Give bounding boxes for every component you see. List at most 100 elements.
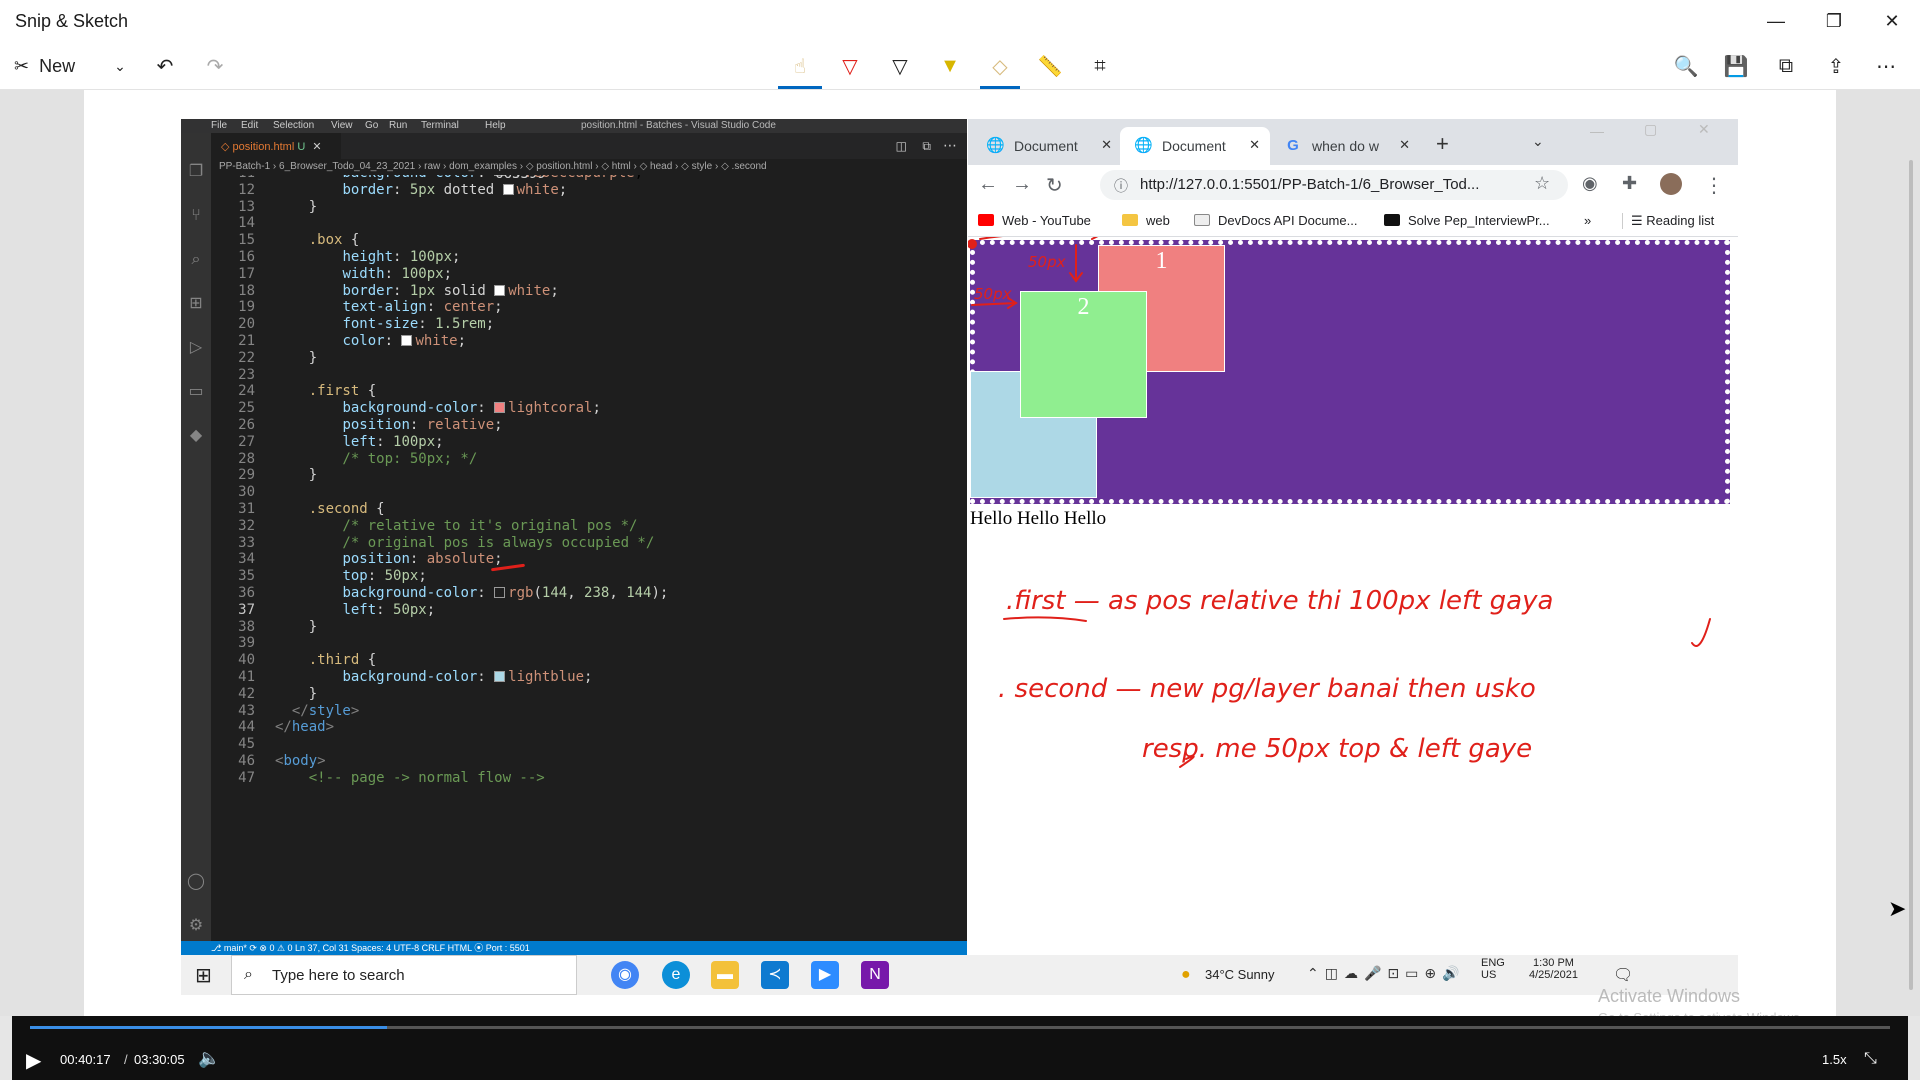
code-line[interactable]: 40 .third { (211, 652, 967, 669)
code-line[interactable]: 19 text-align: center; (211, 299, 967, 316)
open-changes-icon[interactable]: ⧉ (922, 139, 931, 154)
onenote-taskbar-icon[interactable]: N (861, 961, 889, 989)
avatar[interactable] (1660, 173, 1682, 195)
forward-icon[interactable]: → (1012, 173, 1032, 196)
code-line[interactable]: 30 (211, 484, 967, 501)
code-line[interactable]: 37 left: 50px; (211, 602, 967, 619)
extensions-icon[interactable]: ⊞ (187, 295, 205, 313)
windows-start-icon[interactable]: ⊞ (195, 963, 212, 988)
code-line[interactable]: 33 /* original pos is always occupied */ (211, 535, 967, 552)
bookmark-youtube[interactable]: Web - YouTube (978, 213, 1091, 228)
tab-close-icon[interactable]: ✕ (1399, 137, 1410, 153)
close-button[interactable]: ✕ (1864, 0, 1920, 42)
code-line[interactable]: 47 <!-- page -> normal flow --> (211, 770, 967, 787)
undo-button[interactable]: ↶ (150, 48, 180, 84)
reload-icon[interactable]: ↻ (1046, 173, 1063, 198)
account-icon[interactable]: ◯ (187, 873, 205, 891)
code-line[interactable]: 36 background-color: rgb(144, 238, 144); (211, 585, 967, 602)
code-line[interactable]: 27 left: 100px; (211, 434, 967, 451)
tab-close-icon[interactable]: ✕ (1101, 137, 1112, 153)
eraser-button[interactable]: ◇ (978, 48, 1022, 89)
notifications-icon[interactable]: 🗨 (1613, 965, 1633, 985)
tab-close-icon[interactable]: ✕ (1249, 137, 1260, 153)
ruler-button[interactable]: 📏 (1030, 48, 1070, 84)
language-ime[interactable]: ENG US (1481, 957, 1505, 981)
code-line[interactable]: 26 position: relative; (211, 417, 967, 434)
code-line[interactable]: 44 </head> (211, 719, 967, 736)
code-line[interactable]: 29 } (211, 467, 967, 484)
tab-document-1[interactable]: 🌐 Document ✕ (972, 127, 1122, 165)
play-icon[interactable]: ▶ (26, 1048, 41, 1073)
more-actions-icon[interactable]: ⋯ (943, 137, 957, 154)
code-editor[interactable]: 11 background-color: 663399">rebeccapurp… (211, 175, 967, 941)
code-line[interactable]: 43 </style> (211, 703, 967, 720)
address-bar[interactable]: ⓘ http://127.0.0.1:5501/PP-Batch-1/6_Bro… (1100, 170, 1568, 200)
code-line[interactable]: 22 } (211, 350, 967, 367)
code-line[interactable]: 45 (211, 736, 967, 753)
menu-help[interactable]: Help (485, 120, 506, 131)
bookmarks-overflow[interactable]: » (1584, 213, 1591, 228)
site-info-icon[interactable]: ⓘ (1114, 176, 1128, 196)
chrome-menu-icon[interactable]: ⋮ (1704, 173, 1724, 198)
taskbar-search[interactable]: ⌕ Type here to search (231, 955, 577, 995)
code-line[interactable]: 14 (211, 215, 967, 232)
menu-go[interactable]: Go (365, 120, 378, 131)
crop-button[interactable]: ⌗ (1080, 48, 1120, 84)
tray-icons[interactable]: ⌃◫☁🎤⊡▭⊕🔊 (1307, 965, 1466, 982)
split-editor-icon[interactable]: ◫ (896, 139, 907, 153)
explorer-icon[interactable]: ❐ (187, 163, 205, 181)
tab-document-2[interactable]: 🌐 Document ✕ (1120, 127, 1270, 165)
code-line[interactable]: 34 position: absolute; (211, 551, 967, 568)
code-line[interactable]: 42 } (211, 686, 967, 703)
seek-bar[interactable] (30, 1026, 1890, 1029)
reading-list[interactable]: ☰ Reading list (1622, 213, 1714, 229)
source-control-icon[interactable]: ⑂ (187, 207, 205, 225)
remote-explorer-icon[interactable]: ▭ (187, 383, 205, 401)
extensions-puzzle-icon[interactable]: ✚ (1622, 173, 1637, 194)
code-line[interactable]: 31 .second { (211, 501, 967, 518)
code-line[interactable]: 20 font-size: 1.5rem; (211, 316, 967, 333)
code-line[interactable]: 35 top: 50px; (211, 568, 967, 585)
code-line[interactable]: 23 (211, 367, 967, 384)
tab-close-icon[interactable]: ✕ (312, 141, 321, 153)
restore-button[interactable]: ❐ (1806, 0, 1862, 42)
tab-position-html[interactable]: ◇ position.html U ✕ (211, 133, 341, 159)
code-line[interactable]: 21 color: white; (211, 333, 967, 350)
breadcrumb[interactable]: PP-Batch-1 › 6_Browser_Todo_04_23_2021 ›… (211, 159, 967, 175)
clock[interactable]: 1:30 PM 4/25/2021 (1529, 957, 1578, 981)
code-line[interactable]: 12 border: 5px dotted white; (211, 182, 967, 199)
vertical-scrollbar[interactable] (1909, 160, 1913, 990)
settings-gear-icon[interactable]: ⚙ (187, 917, 205, 935)
new-tab-icon[interactable]: + (1436, 131, 1449, 157)
bookmark-star-icon[interactable]: ☆ (1534, 173, 1550, 194)
touch-writing-button[interactable]: ☝ (776, 48, 824, 89)
zoom-button[interactable]: 🔍 (1668, 48, 1704, 84)
weather-text[interactable]: 34°C Sunny (1205, 967, 1275, 982)
edge-taskbar-icon[interactable]: e (662, 961, 690, 989)
pencil-button[interactable]: ▽ (880, 48, 920, 84)
tab-search-icon[interactable]: ⌄ (1532, 133, 1544, 150)
code-line[interactable]: 38 } (211, 619, 967, 636)
code-line[interactable]: 13 } (211, 199, 967, 216)
code-line[interactable]: 15 .box { (211, 232, 967, 249)
menu-edit[interactable]: Edit (241, 120, 258, 131)
vscode-taskbar-icon[interactable]: ≺ (761, 961, 789, 989)
menu-selection[interactable]: Selection (273, 120, 314, 131)
bookmark-devdocs[interactable]: DevDocs API Docume... (1194, 213, 1357, 228)
save-button[interactable]: 💾 (1718, 48, 1754, 84)
code-line[interactable]: 46 <body> (211, 753, 967, 770)
code-line[interactable]: 24 .first { (211, 383, 967, 400)
back-icon[interactable]: ← (978, 173, 998, 196)
code-line[interactable]: 32 /* relative to it's original pos */ (211, 518, 967, 535)
chrome-close-icon[interactable]: ✕ (1698, 121, 1710, 138)
code-line[interactable]: 28 /* top: 50px; */ (211, 451, 967, 468)
more-button[interactable]: ⋯ (1868, 48, 1904, 84)
docker-icon[interactable]: ◆ (187, 427, 205, 445)
new-dropdown-button[interactable]: ⌄ (108, 48, 132, 84)
bookmark-pep[interactable]: Solve Pep_InterviewPr... (1384, 213, 1550, 228)
code-line[interactable]: 16 height: 100px; (211, 249, 967, 266)
chrome-maximize-icon[interactable]: ▢ (1644, 121, 1657, 138)
code-line[interactable]: 17 width: 100px; (211, 266, 967, 283)
extension-icon[interactable]: ◉ (1582, 173, 1598, 194)
bookmark-web-folder[interactable]: web (1122, 213, 1170, 228)
